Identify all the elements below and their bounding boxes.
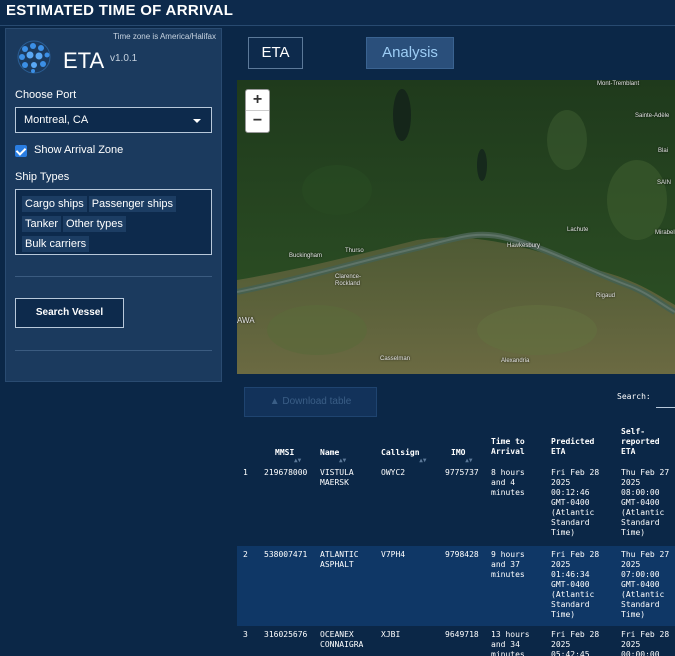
cell-name: ATLANTIC ASPHALT [320, 550, 359, 569]
table-search-input[interactable] [656, 398, 675, 408]
column-header-callsign[interactable]: Callsign ▲▼ [381, 448, 427, 464]
map-label: Casselman [380, 356, 411, 362]
cell-name: VISTULA MAERSK [320, 468, 354, 487]
map-label: Hawkesbury [507, 243, 541, 249]
ship-type-chip[interactable]: Other types [63, 216, 126, 232]
satellite-map[interactable]: + − Mont-Tremblant Sainte-Adèle Lachute … [237, 80, 675, 374]
column-header-mmsi[interactable]: MMSI ▲▼ [275, 448, 301, 464]
cell-predicted-eta: Fri Feb 28 2025 01:46:34 GMT-0400 (Atlan… [551, 550, 600, 619]
cell-mmsi: 219678000 [264, 468, 308, 477]
cell-mmsi: 316025676 [264, 630, 308, 639]
search-vessel-button[interactable]: Search Vessel [15, 298, 124, 328]
table-row[interactable]: 1 219678000 VISTULA MAERSK OWYC2 9775737… [237, 464, 675, 546]
map-label: Blai [658, 148, 669, 154]
table-search-label: Search: [617, 392, 651, 401]
cell-imo: 9775737 [445, 468, 479, 477]
cell-callsign: V7PH4 [381, 550, 406, 559]
table-row[interactable]: 3 316025676 OCEANEX CONNAIGRA XJBI 96497… [237, 626, 675, 656]
cell-time-to-arrival: 9 hours and 37 minutes [491, 550, 525, 579]
ship-types-multiselect[interactable]: Cargo ships Passenger ships Tanker Other t… [15, 189, 212, 255]
arrival-zone-checkbox[interactable] [15, 145, 27, 157]
map-label: Mirabel [655, 230, 675, 236]
map-label: Thurso [345, 248, 364, 254]
column-header-label: Predicted ETA [551, 437, 595, 456]
column-header-imo[interactable]: IMO ▲▼ [451, 448, 472, 464]
column-header-predicted-eta[interactable]: Predicted ETA [551, 437, 606, 457]
ship-types-label: Ship Types [15, 171, 70, 183]
app-version: v1.0.1 [110, 53, 138, 64]
column-header-self-reported-eta[interactable]: Self-reported ETA [621, 427, 673, 457]
row-index: 2 [243, 550, 248, 559]
column-header-label: MMSI [275, 448, 295, 457]
row-index: 3 [243, 630, 248, 639]
cell-callsign: XJBI [381, 630, 401, 639]
tab-analysis[interactable]: Analysis [366, 37, 454, 69]
cell-predicted-eta: Fri Feb 28 2025 05:42:45 [551, 630, 600, 656]
cell-self-reported-eta: Fri Feb 28 2025 00:00:00 [621, 630, 670, 656]
map-label: Alexandria [501, 358, 530, 364]
download-icon: ▲ [269, 396, 283, 407]
row-index: 1 [243, 468, 248, 477]
zoom-in-button[interactable]: + [246, 90, 269, 111]
cell-time-to-arrival: 8 hours and 4 minutes [491, 468, 525, 497]
page-title: ESTIMATED TIME OF ARRIVAL [6, 2, 234, 19]
cell-imo: 9649718 [445, 630, 479, 639]
download-table-button[interactable]: ▲ Download table [244, 387, 377, 417]
cell-time-to-arrival: 13 hours and 34 minutes [491, 630, 530, 656]
map-zoom-control: + − [245, 89, 270, 133]
column-header-time-to-arrival[interactable]: Time to Arrival [491, 437, 541, 457]
ship-type-chip[interactable]: Bulk carriers [22, 236, 90, 252]
map-label: SAIN [657, 180, 672, 186]
map-label: Clarence-Rockland [335, 274, 362, 287]
choose-port-label: Choose Port [15, 89, 77, 101]
cell-callsign: OWYC2 [381, 468, 406, 477]
top-bar: ESTIMATED TIME OF ARRIVAL [0, 0, 675, 26]
map-label: Sainte-Adèle [635, 113, 670, 119]
column-header-label: Self-reported ETA [621, 427, 660, 456]
column-header-label: Callsign [381, 448, 420, 457]
app-name: ETA [63, 48, 105, 73]
port-select-value: Montreal, CA [24, 114, 89, 126]
chevron-down-icon [193, 119, 201, 123]
cell-imo: 9798428 [445, 550, 479, 559]
app-logo-icon [17, 40, 51, 74]
table-header: MMSI ▲▼ Name ▲▼ Callsign ▲▼ IMO ▲▼ Time to A… [237, 426, 675, 464]
sidebar-panel: Time zone is America/Halifax ETA v1.0.1 … [5, 28, 222, 382]
ship-type-chip[interactable]: Cargo ships [22, 196, 87, 212]
ship-type-chip[interactable]: Passenger ships [88, 196, 177, 212]
cell-self-reported-eta: Thu Feb 27 2025 08:00:00 GMT-0400 (Atlan… [621, 468, 670, 537]
cell-name: OCEANEX CONNAIGRA [320, 630, 364, 649]
map-label: AWA [237, 316, 255, 325]
divider [15, 350, 212, 351]
port-select[interactable]: Montreal, CA [15, 107, 212, 133]
cell-predicted-eta: Fri Feb 28 2025 00:12:46 GMT-0400 (Atlan… [551, 468, 600, 537]
table-row[interactable]: 2 538007471 ATLANTIC ASPHALT V7PH4 97984… [237, 546, 675, 626]
column-header-label: Name [320, 448, 340, 457]
column-header-label: IMO [451, 448, 466, 457]
zoom-out-button[interactable]: − [246, 111, 269, 132]
map-label: Mont-Tremblant [597, 81, 640, 87]
ship-type-chip[interactable]: Tanker [22, 216, 62, 232]
map-label: Rigaud [596, 293, 616, 299]
tab-eta[interactable]: ETA [248, 37, 303, 69]
column-header-name[interactable]: Name ▲▼ [320, 448, 346, 464]
map-label: Buckingham [289, 253, 323, 259]
cell-mmsi: 538007471 [264, 550, 308, 559]
download-table-label: Download table [282, 396, 352, 407]
map-label: Lachute [567, 227, 589, 233]
divider [15, 276, 212, 277]
cell-self-reported-eta: Thu Feb 27 2025 07:00:00 GMT-0400 (Atlan… [621, 550, 670, 619]
map-imagery [237, 80, 675, 374]
column-header-label: Time to Arrival [491, 437, 525, 456]
timezone-note: Time zone is America/Halifax [113, 32, 216, 41]
arrival-zone-label: Show Arrival Zone [34, 144, 124, 156]
